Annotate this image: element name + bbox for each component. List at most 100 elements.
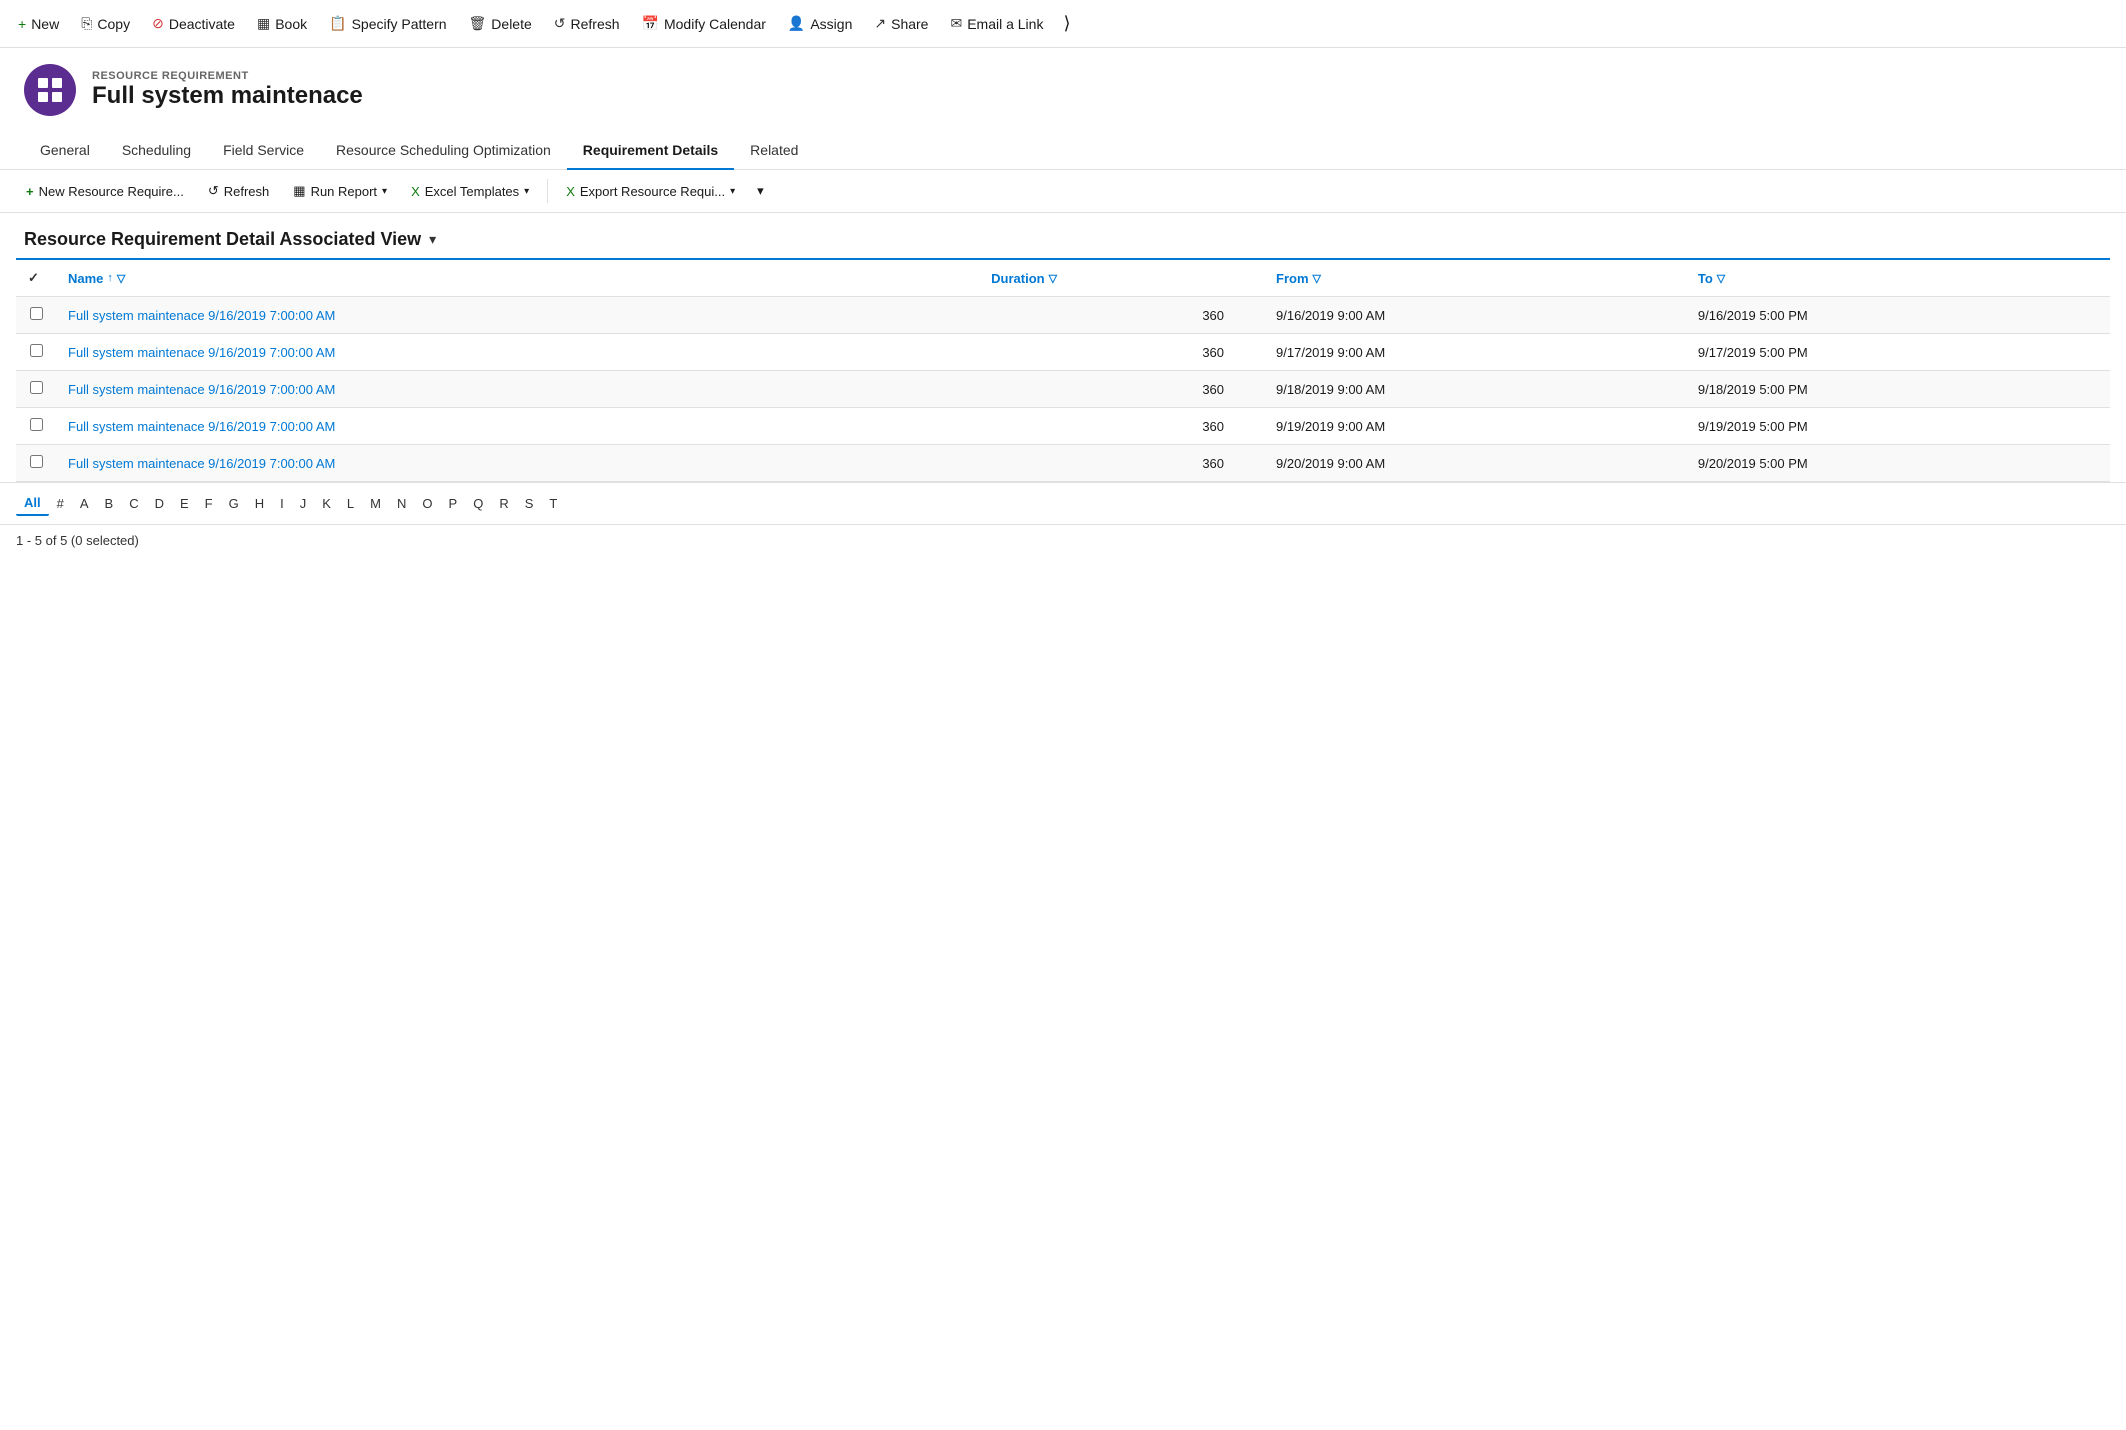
modify-calendar-button[interactable]: 📅 Modify Calendar: [632, 9, 776, 38]
row-checkbox-input[interactable]: [30, 344, 43, 357]
export-icon: X: [566, 184, 575, 199]
specify-pattern-button[interactable]: 📋 Specify Pattern: [319, 9, 456, 38]
from-filter-icon[interactable]: ▽: [1313, 272, 1321, 285]
alpha-item-b[interactable]: B: [97, 492, 122, 515]
check-all-header[interactable]: ✓: [16, 260, 56, 297]
nav-tabs: General Scheduling Field Service Resourc…: [0, 132, 2126, 170]
alpha-item-g[interactable]: G: [221, 492, 247, 515]
name-filter-icon[interactable]: ▽: [117, 272, 125, 285]
name-link[interactable]: Full system maintenace 9/16/2019 7:00:00…: [68, 419, 335, 434]
alpha-item-s[interactable]: S: [517, 492, 542, 515]
share-icon: ↗: [874, 15, 886, 32]
row-checkbox-input[interactable]: [30, 381, 43, 394]
copy-button[interactable]: ⎘ Copy: [71, 9, 140, 38]
run-report-icon: ▦: [293, 183, 305, 199]
book-button[interactable]: ▦ Book: [247, 9, 317, 38]
row-checkbox[interactable]: [16, 297, 56, 334]
new-resource-req-button[interactable]: + New Resource Require...: [16, 179, 194, 204]
alpha-item-j[interactable]: J: [292, 492, 315, 515]
tab-rso[interactable]: Resource Scheduling Optimization: [320, 132, 567, 170]
more-sub-button[interactable]: ▾: [749, 179, 772, 203]
name-cell: Full system maintenace 9/16/2019 7:00:00…: [56, 445, 979, 482]
alpha-item-m[interactable]: M: [362, 492, 389, 515]
name-link[interactable]: Full system maintenace 9/16/2019 7:00:00…: [68, 345, 335, 360]
alpha-item-i[interactable]: I: [272, 492, 292, 515]
row-checkbox[interactable]: [16, 445, 56, 482]
to-cell: 9/20/2019 5:00 PM: [1686, 445, 2110, 482]
alpha-item-l[interactable]: L: [339, 492, 362, 515]
grid-table: ✓ Name ↑ ▽ Duration ▽ From: [16, 260, 2110, 482]
duration-cell: 360: [979, 371, 1264, 408]
from-column-header: From ▽: [1264, 260, 1686, 297]
delete-button[interactable]: 🗑 Delete: [459, 9, 542, 38]
duration-filter-icon[interactable]: ▽: [1049, 272, 1057, 285]
name-link[interactable]: Full system maintenace 9/16/2019 7:00:00…: [68, 456, 335, 471]
from-label: From: [1276, 271, 1309, 286]
alpha-item-#[interactable]: #: [49, 492, 72, 515]
alpha-item-d[interactable]: D: [147, 492, 172, 515]
name-column-header: Name ↑ ▽: [56, 260, 979, 297]
alpha-item-c[interactable]: C: [121, 492, 146, 515]
assign-button[interactable]: 👤 Assign: [778, 9, 862, 38]
excel-templates-button[interactable]: X Excel Templates ▾: [401, 179, 539, 204]
row-checkbox-input[interactable]: [30, 418, 43, 431]
share-label: Share: [891, 16, 928, 32]
tab-requirement-details[interactable]: Requirement Details: [567, 132, 734, 170]
name-link[interactable]: Full system maintenace 9/16/2019 7:00:00…: [68, 308, 335, 323]
more-button[interactable]: ⟩: [1055, 9, 1078, 38]
row-checkbox[interactable]: [16, 334, 56, 371]
record-type: RESOURCE REQUIREMENT: [92, 70, 363, 82]
name-cell: Full system maintenace 9/16/2019 7:00:00…: [56, 297, 979, 334]
table-row: Full system maintenace 9/16/2019 7:00:00…: [16, 297, 2110, 334]
record-count: 1 - 5 of 5 (0 selected): [0, 524, 2126, 556]
refresh-button[interactable]: ↺ Refresh: [544, 9, 630, 38]
export-resource-button[interactable]: X Export Resource Requi... ▾: [556, 179, 745, 204]
row-checkbox[interactable]: [16, 408, 56, 445]
assign-label: Assign: [810, 16, 852, 32]
alpha-item-n[interactable]: N: [389, 492, 414, 515]
pagination-alpha: All#ABCDEFGHIJKLMNOPQRST: [0, 482, 2126, 524]
alpha-item-k[interactable]: K: [314, 492, 339, 515]
export-caret: ▾: [730, 186, 735, 197]
row-checkbox[interactable]: [16, 371, 56, 408]
alpha-item-o[interactable]: O: [414, 492, 440, 515]
tab-related[interactable]: Related: [734, 132, 814, 170]
deactivate-button[interactable]: ⊘ Deactivate: [142, 9, 245, 38]
record-header: RESOURCE REQUIREMENT Full system mainten…: [0, 48, 2126, 132]
email-link-button[interactable]: ✉ Email a Link: [940, 9, 1053, 38]
avatar-icon: [36, 76, 64, 104]
duration-cell: 360: [979, 445, 1264, 482]
new-button[interactable]: + New: [8, 10, 69, 38]
alpha-item-e[interactable]: E: [172, 492, 197, 515]
tab-field-service[interactable]: Field Service: [207, 132, 320, 170]
tab-general[interactable]: General: [24, 132, 106, 170]
delete-label: Delete: [491, 16, 531, 32]
alpha-item-q[interactable]: Q: [465, 492, 491, 515]
alpha-item-h[interactable]: H: [247, 492, 272, 515]
view-caret-icon[interactable]: ▾: [429, 231, 436, 248]
row-checkbox-input[interactable]: [30, 455, 43, 468]
tab-scheduling[interactable]: Scheduling: [106, 132, 207, 170]
modify-calendar-icon: 📅: [642, 15, 659, 32]
duration-label: Duration: [991, 271, 1044, 286]
name-link[interactable]: Full system maintenace 9/16/2019 7:00:00…: [68, 382, 335, 397]
to-column-header: To ▽: [1686, 260, 2110, 297]
share-button[interactable]: ↗ Share: [864, 9, 938, 38]
run-report-button[interactable]: ▦ Run Report ▾: [283, 178, 397, 204]
record-title-block: RESOURCE REQUIREMENT Full system mainten…: [92, 70, 363, 110]
alpha-item-a[interactable]: A: [72, 492, 97, 515]
alpha-item-f[interactable]: F: [197, 492, 221, 515]
row-checkbox-input[interactable]: [30, 307, 43, 320]
to-filter-icon[interactable]: ▽: [1717, 272, 1725, 285]
alpha-item-all[interactable]: All: [16, 491, 49, 516]
alpha-item-r[interactable]: R: [491, 492, 516, 515]
new-resource-label: New Resource Require...: [39, 184, 184, 199]
name-cell: Full system maintenace 9/16/2019 7:00:00…: [56, 334, 979, 371]
view-title: Resource Requirement Detail Associated V…: [24, 229, 421, 250]
alpha-item-p[interactable]: P: [441, 492, 466, 515]
table-row: Full system maintenace 9/16/2019 7:00:00…: [16, 408, 2110, 445]
name-sort-icon[interactable]: ↑: [107, 272, 113, 284]
sub-refresh-button[interactable]: ↺ Refresh: [198, 178, 279, 204]
alpha-item-t[interactable]: T: [541, 492, 565, 515]
name-cell: Full system maintenace 9/16/2019 7:00:00…: [56, 371, 979, 408]
